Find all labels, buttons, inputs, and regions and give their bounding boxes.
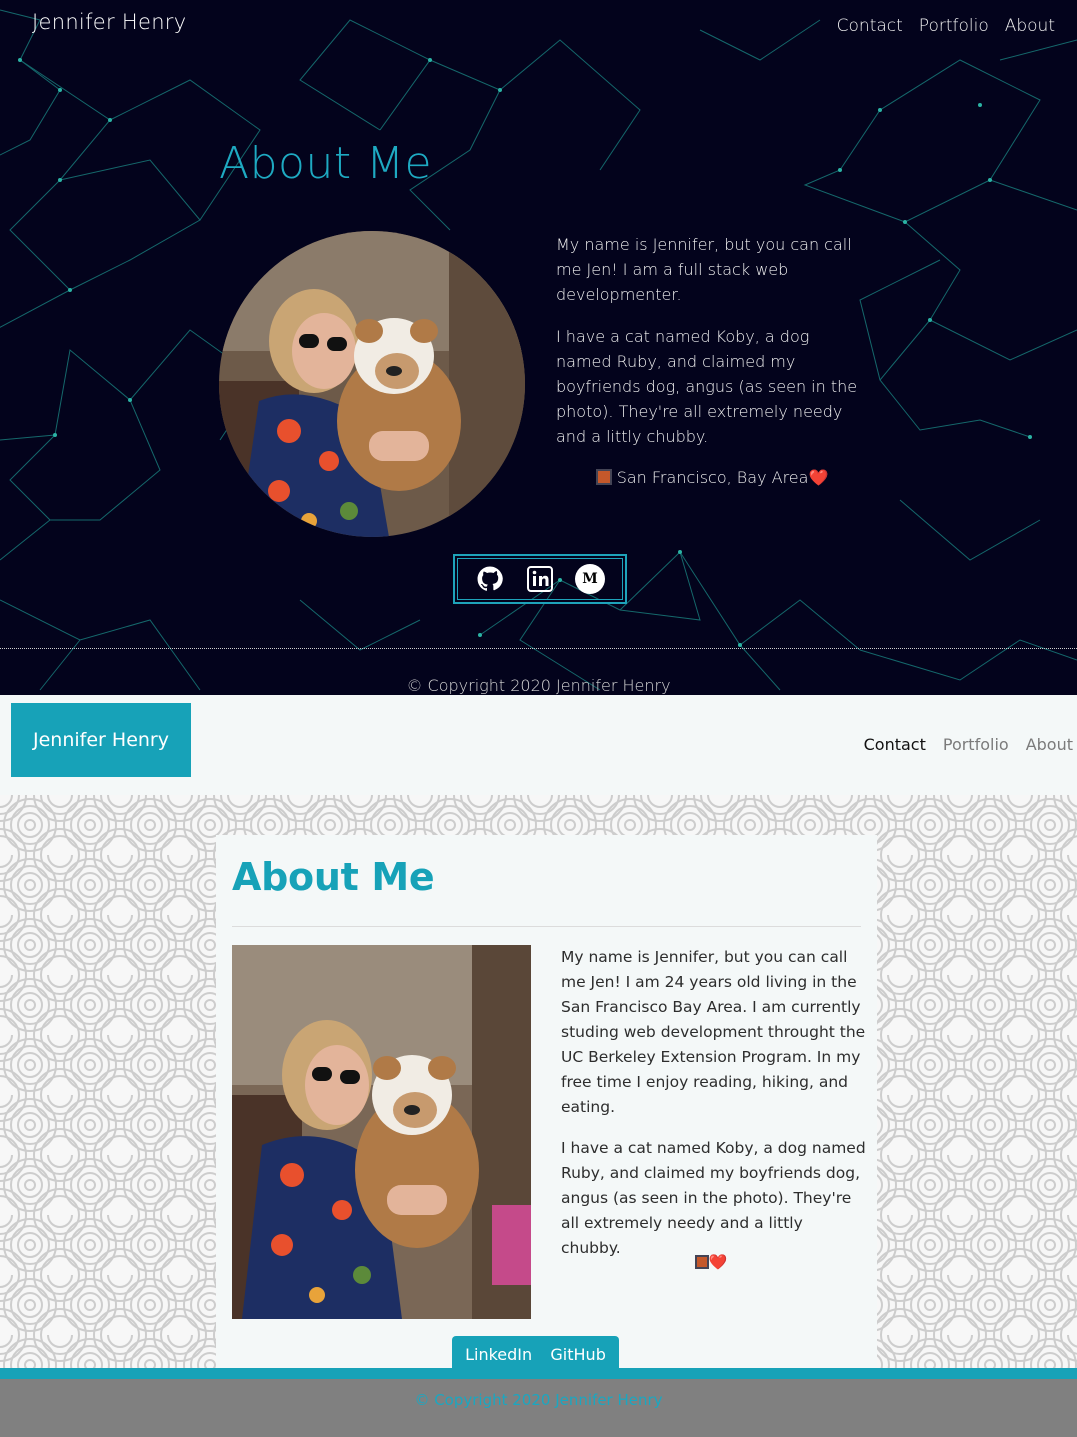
nav-contact[interactable]: Contact xyxy=(864,735,926,754)
location-text: San Francisco, Bay Area xyxy=(616,468,809,487)
main-nav: Contact Portfolio About xyxy=(837,16,1055,36)
top-navbar: Jennifer Henry Contact Portfolio About xyxy=(0,695,1077,795)
linkedin-button[interactable]: LinkedIn xyxy=(465,1345,532,1364)
nav-about[interactable]: About xyxy=(1005,16,1055,36)
nav-contact[interactable]: Contact xyxy=(837,16,903,36)
nav-portfolio[interactable]: Portfolio xyxy=(943,735,1009,754)
bio-text: My name is Jennifer, but you can call me… xyxy=(556,232,868,466)
bridge-icon xyxy=(694,1255,709,1269)
social-buttons: LinkedIn GitHub xyxy=(452,1336,619,1372)
medium-letter: M xyxy=(575,564,605,594)
bridge-icon xyxy=(595,469,612,485)
social-links-box: M xyxy=(453,554,627,604)
profile-photo xyxy=(232,945,531,1319)
site-brand[interactable]: Jennifer Henry xyxy=(11,703,191,777)
location-line: San Francisco, Bay Area❤️ xyxy=(556,468,868,487)
bio-paragraph-2: I have a cat named Koby, a dog named Rub… xyxy=(561,1139,866,1257)
copyright-text: © Copyright 2020 Jennifer Henry xyxy=(414,1391,663,1409)
bio-text: My name is Jennifer, but you can call me… xyxy=(561,945,866,1277)
page-title: About Me xyxy=(219,138,433,189)
main-nav: Contact Portfolio About xyxy=(864,735,1073,754)
profile-photo xyxy=(219,231,525,537)
copyright-text: © Copyright 2020 Jennifer Henry xyxy=(406,676,671,695)
bio-paragraph-1: My name is Jennifer, but you can call me… xyxy=(561,948,866,1116)
bio-paragraph-1: My name is Jennifer, but you can call me… xyxy=(556,235,852,304)
heart-icon: ❤️ xyxy=(708,1253,728,1271)
about-card: About Me My name is Jennifer, but you ca… xyxy=(216,835,877,1370)
site-brand[interactable]: Jennifer Henry xyxy=(32,10,186,34)
medium-icon[interactable]: M xyxy=(575,564,605,594)
emoji-line: ❤️ xyxy=(561,1253,861,1271)
linkedin-icon[interactable] xyxy=(525,564,555,594)
page-title: About Me xyxy=(232,855,435,899)
title-divider xyxy=(232,926,861,927)
footer-divider xyxy=(0,648,1077,649)
github-icon[interactable] xyxy=(475,564,505,594)
footer-accent-bar xyxy=(0,1368,1077,1379)
heart-icon: ❤️ xyxy=(808,468,829,487)
light-about-page: Jennifer Henry Contact Portfolio About A… xyxy=(0,695,1077,1437)
bio-paragraph-2: I have a cat named Koby, a dog named Rub… xyxy=(556,327,858,446)
footer: © Copyright 2020 Jennifer Henry xyxy=(0,1379,1077,1437)
dark-about-page: Jennifer Henry Contact Portfolio About A… xyxy=(0,0,1077,695)
github-button[interactable]: GitHub xyxy=(550,1345,605,1364)
nav-about[interactable]: About xyxy=(1026,735,1073,754)
nav-portfolio[interactable]: Portfolio xyxy=(919,16,989,36)
